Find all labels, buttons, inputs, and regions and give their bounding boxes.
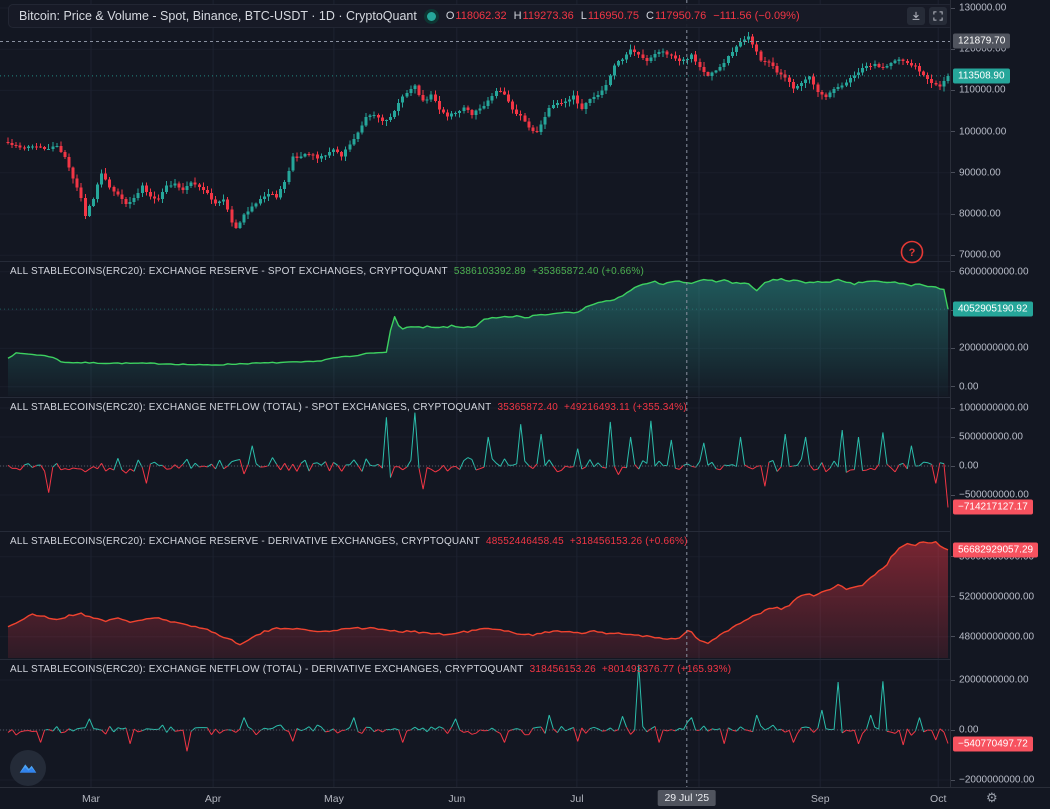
crosshair-price-label: 121879.70 <box>953 34 1010 49</box>
ohlc-values: O118062.32 H119273.36 L116950.75 C117950… <box>446 10 800 22</box>
month-label-sep: Sep <box>811 793 830 805</box>
stablecoins-erc20-exchange-reserve-spot-series <box>8 279 948 396</box>
axis-tick-label: 0.00 <box>959 725 978 736</box>
axis-tick-label: 48000000000.00 <box>959 631 1034 642</box>
study-name: ALL STABLECOINS(ERC20): EXCHANGE RESERVE… <box>10 266 448 277</box>
live-indicator-dot <box>427 12 436 21</box>
axis-tick-label: 2000000000.00 <box>959 675 1029 686</box>
chart-title[interactable]: Bitcoin: Price & Volume - Spot, Binance,… <box>19 9 417 23</box>
open-value: O118062.32 <box>446 10 507 22</box>
study-change: +35365872.40 (+0.66%) <box>532 266 644 277</box>
close-value: C117950.76 <box>646 10 706 22</box>
time-axis[interactable]: OctSepAugJulJunMayAprMar 29 Jul '25 ⚙ <box>0 787 1050 809</box>
axis-tick-mark <box>951 271 955 272</box>
legend-buttons <box>907 7 947 25</box>
study-name: ALL STABLECOINS(ERC20): EXCHANGE NETFLOW… <box>10 402 491 413</box>
low-value: L116950.75 <box>581 10 639 22</box>
stablecoins-erc20-exchange-netflow-spot-series <box>8 413 948 508</box>
axis-tick-mark <box>951 730 955 731</box>
help-icon[interactable]: ? <box>902 242 923 263</box>
axis-tick-mark <box>951 495 955 496</box>
last-value-label: −714217127.17 <box>953 500 1033 515</box>
high-value: H119273.36 <box>514 10 574 22</box>
month-label-jun: Jun <box>448 793 465 805</box>
month-label-oct: Oct <box>930 793 946 805</box>
axis-tick-mark <box>951 780 955 781</box>
study-name: ALL STABLECOINS(ERC20): EXCHANGE RESERVE… <box>10 536 480 547</box>
study-value: 318456153.26 <box>530 664 596 675</box>
price-scale[interactable]: 130000.00120000.00110000.00100000.009000… <box>950 0 1050 787</box>
stablecoins-erc20-exchange-reserve-derivative-series <box>8 542 948 658</box>
crosshair-date-label: 29 Jul '25 <box>657 790 716 806</box>
svg-text:?: ? <box>909 247 916 259</box>
axis-tick-mark <box>951 131 955 132</box>
axis-tick-label: 500000000.00 <box>959 432 1023 443</box>
download-icon <box>910 10 922 22</box>
study-name: ALL STABLECOINS(ERC20): EXCHANGE NETFLOW… <box>10 664 524 675</box>
axis-tick-label: 80000.00 <box>959 209 1001 220</box>
download-button[interactable] <box>907 7 925 25</box>
axis-tick-label: 2000000000.00 <box>959 343 1029 354</box>
mountain-logo-icon <box>17 757 39 779</box>
axis-tick-mark <box>951 8 955 9</box>
study-title-spot-netflow[interactable]: ALL STABLECOINS(ERC20): EXCHANGE NETFLOW… <box>10 402 687 413</box>
fullscreen-icon <box>932 10 944 22</box>
fullscreen-button[interactable] <box>929 7 947 25</box>
axis-tick-mark <box>951 90 955 91</box>
axis-tick-label: 100000.00 <box>959 126 1006 137</box>
axis-tick-label: 0.00 <box>959 381 978 392</box>
axis-tick-mark <box>951 386 955 387</box>
axis-tick-label: −2000000000.00 <box>959 775 1034 786</box>
axis-tick-label: 6000000000.00 <box>959 266 1029 277</box>
axis-tick-label: 110000.00 <box>959 85 1006 96</box>
study-change: +49216493.11 (+355.34%) <box>564 402 687 413</box>
study-value: 35365872.40 <box>497 402 558 413</box>
study-title-spot-reserve[interactable]: ALL STABLECOINS(ERC20): EXCHANGE RESERVE… <box>10 266 644 277</box>
axis-tick-mark <box>951 636 955 637</box>
axis-tick-label: 130000.00 <box>959 3 1006 14</box>
axis-tick-mark <box>951 680 955 681</box>
last-value-label: 4052905190.92 <box>953 302 1033 317</box>
change-value: −111.56 (−0.09%) <box>713 10 799 22</box>
axis-tick-mark <box>951 466 955 467</box>
study-value: 5386103392.89 <box>454 266 526 277</box>
study-change: +801493376.77 (+165.93%) <box>602 664 731 675</box>
axis-tick-label: 0.00 <box>959 461 978 472</box>
settings-gear-icon[interactable]: ⚙ <box>986 790 998 806</box>
month-label-apr: Apr <box>205 793 221 805</box>
cryptoquant-chart-window: ? Bitcoin: Price & Volume - Spot, Binanc… <box>0 0 1050 809</box>
last-value-label: 56682929057.29 <box>953 542 1038 557</box>
axis-tick-mark <box>951 596 955 597</box>
stablecoins-erc20-exchange-netflow-derivative-series <box>8 665 948 752</box>
month-label-jul: Jul <box>570 793 583 805</box>
month-label-mar: Mar <box>82 793 100 805</box>
axis-tick-label: 90000.00 <box>959 167 1001 178</box>
study-value: 48552446458.45 <box>486 536 564 547</box>
study-change: +318456153.26 (+0.66%) <box>570 536 688 547</box>
axis-tick-label: −500000000.00 <box>959 490 1029 501</box>
month-label-may: May <box>324 793 344 805</box>
study-title-derivative-reserve[interactable]: ALL STABLECOINS(ERC20): EXCHANGE RESERVE… <box>10 536 688 547</box>
axis-tick-mark <box>951 408 955 409</box>
candlestick-series <box>7 32 950 229</box>
last-value-label: −540770497.72 <box>953 736 1033 751</box>
axis-tick-label: 52000000000.00 <box>959 591 1034 602</box>
legend-left: Bitcoin: Price & Volume - Spot, Binance,… <box>19 9 800 23</box>
symbol-legend-bar: Bitcoin: Price & Volume - Spot, Binance,… <box>8 4 954 28</box>
axis-tick-mark <box>951 437 955 438</box>
axis-tick-mark <box>951 172 955 173</box>
axis-tick-mark <box>951 348 955 349</box>
axis-tick-mark <box>951 214 955 215</box>
study-title-derivative-netflow[interactable]: ALL STABLECOINS(ERC20): EXCHANGE NETFLOW… <box>10 664 731 675</box>
cryptoquant-logo[interactable] <box>10 750 46 786</box>
last-value-label: 113508.90 <box>953 68 1010 83</box>
axis-tick-label: 1000000000.00 <box>959 403 1029 414</box>
axis-tick-mark <box>951 255 955 256</box>
axis-tick-label: 70000.00 <box>959 250 1001 261</box>
